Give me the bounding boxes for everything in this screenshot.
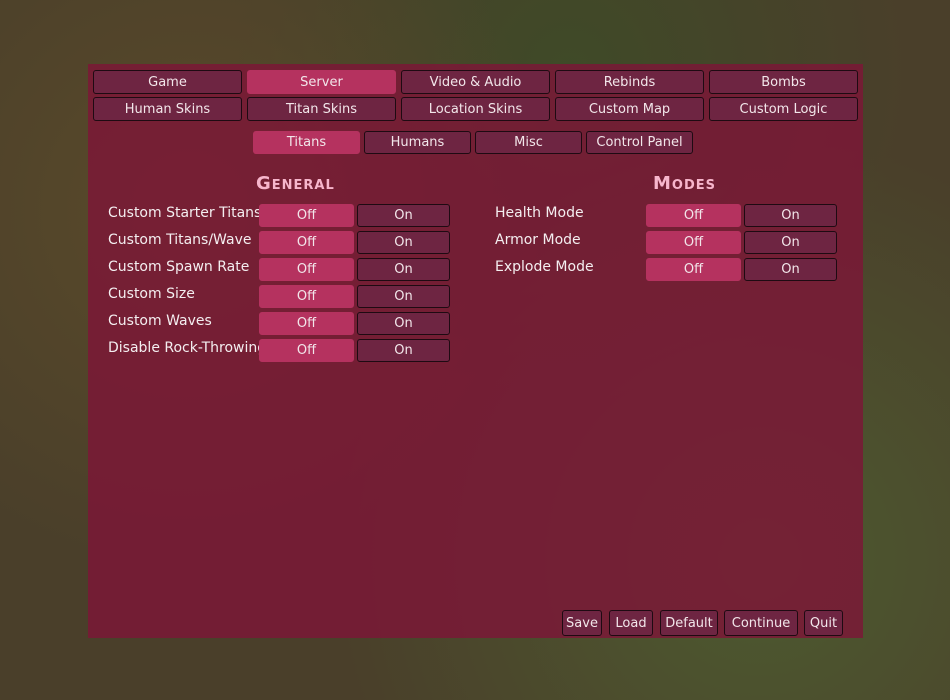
setting-label: Custom Waves <box>108 313 212 329</box>
setting-label: Health Mode <box>495 205 584 221</box>
toggle-on[interactable]: On <box>357 312 450 335</box>
toggle-off[interactable]: Off <box>259 339 354 362</box>
toggle-off[interactable]: Off <box>646 204 741 227</box>
toggle-on[interactable]: On <box>744 231 837 254</box>
tab-human-skins[interactable]: Human Skins <box>93 97 242 121</box>
toggle-on[interactable]: On <box>357 339 450 362</box>
subtab-titans[interactable]: Titans <box>253 131 360 154</box>
modes-heading: Modes <box>653 173 716 194</box>
save-button[interactable]: Save <box>562 610 602 636</box>
setting-label: Armor Mode <box>495 232 581 248</box>
toggle-on[interactable]: On <box>357 231 450 254</box>
load-button[interactable]: Load <box>609 610 653 636</box>
toggle-on[interactable]: On <box>357 285 450 308</box>
setting-label: Disable Rock-Throwing <box>108 340 267 356</box>
setting-label: Custom Titans/Wave <box>108 232 252 248</box>
toggle-on[interactable]: On <box>744 204 837 227</box>
toggle-off[interactable]: Off <box>259 258 354 281</box>
tab-game[interactable]: Game <box>93 70 242 94</box>
setting-label: Custom Starter Titans <box>108 205 262 221</box>
tab-custom-logic[interactable]: Custom Logic <box>709 97 858 121</box>
toggle-off[interactable]: Off <box>259 285 354 308</box>
toggle-on[interactable]: On <box>357 204 450 227</box>
setting-label: Explode Mode <box>495 259 594 275</box>
toggle-off[interactable]: Off <box>259 204 354 227</box>
setting-label: Custom Size <box>108 286 195 302</box>
tab-rebinds[interactable]: Rebinds <box>555 70 704 94</box>
toggle-on[interactable]: On <box>357 258 450 281</box>
tab-bombs[interactable]: Bombs <box>709 70 858 94</box>
tab-server[interactable]: Server <box>247 70 396 94</box>
default-button[interactable]: Default <box>660 610 718 636</box>
tab-titan-skins[interactable]: Titan Skins <box>247 97 396 121</box>
subtab-control-panel[interactable]: Control Panel <box>586 131 693 154</box>
quit-button[interactable]: Quit <box>804 610 843 636</box>
toggle-off[interactable]: Off <box>259 231 354 254</box>
setting-label: Custom Spawn Rate <box>108 259 250 275</box>
subtab-misc[interactable]: Misc <box>475 131 582 154</box>
toggle-off[interactable]: Off <box>646 231 741 254</box>
subtab-humans[interactable]: Humans <box>364 131 471 154</box>
tab-custom-map[interactable]: Custom Map <box>555 97 704 121</box>
general-heading: General <box>256 173 335 194</box>
tab-location-skins[interactable]: Location Skins <box>401 97 550 121</box>
continue-button[interactable]: Continue <box>724 610 798 636</box>
toggle-off[interactable]: Off <box>259 312 354 335</box>
toggle-off[interactable]: Off <box>646 258 741 281</box>
toggle-on[interactable]: On <box>744 258 837 281</box>
tab-video-audio[interactable]: Video & Audio <box>401 70 550 94</box>
